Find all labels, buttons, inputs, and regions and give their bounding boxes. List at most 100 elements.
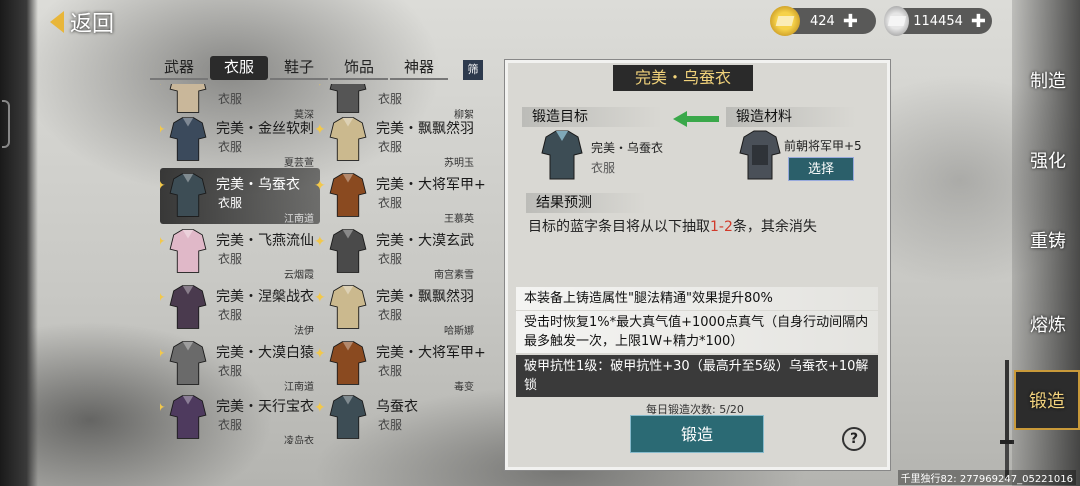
silver-counter: 114454 ✚ (884, 6, 992, 36)
equipment-item[interactable]: ✦完美・大漠白猿衣服江南道 (160, 336, 320, 393)
sparkle-icon: ✦ (160, 346, 166, 362)
forge-target-slot[interactable]: 完美・乌蚕衣 衣服 (536, 125, 676, 185)
item-owner: 云烟霞 (284, 270, 314, 281)
equipment-grid: ✦衣服莫深✦衣服柳絮✦完美・金丝软刺衣服夏芸萱✦完美・飘飘然羽衣服苏明玉✦完美・… (160, 84, 500, 444)
equipment-item[interactable]: ✦ 完美・大漠玄武 衣服 南宫素雪 (314, 224, 480, 281)
category-tabs: 武器 衣服 鞋子 饰品 神器 (150, 56, 448, 80)
result-description: 目标的蓝字条目将从以下抽取1-2条，其余消失 (528, 216, 817, 236)
item-owner: 法伊 (294, 326, 314, 337)
item-type: 衣服 (378, 252, 403, 266)
item-name: 完美・金丝软刺 (216, 121, 314, 137)
item-name: 完美・大将军甲+ (376, 345, 486, 361)
silver-ingot-icon (884, 6, 910, 36)
forge-material-label: 锻造材料 (726, 107, 856, 127)
item-name: 完美・飞燕流仙 (216, 233, 314, 249)
forge-button[interactable]: 锻造 (630, 415, 764, 453)
tab-weapon[interactable]: 武器 (150, 56, 208, 80)
item-type: 衣服 (378, 196, 403, 210)
armor-icon (329, 285, 367, 329)
tab-accessory[interactable]: 饰品 (330, 56, 388, 80)
armor-icon (329, 395, 367, 439)
arrow-left-icon (673, 111, 719, 127)
sparkle-icon: ✦ (160, 178, 166, 194)
forge-material-slot[interactable]: 前朝将军甲+5 选择 (736, 125, 886, 185)
armor-icon (169, 395, 207, 439)
armor-icon (329, 117, 367, 161)
item-type: 衣服 (218, 196, 243, 210)
equipment-item[interactable]: ✦ 乌蚕衣 衣服 (314, 390, 480, 444)
result-text-pre: 目标的蓝字条目将从以下抽取 (528, 219, 710, 235)
equipment-item[interactable]: ✦ 完美・天行宝衣衣服凌岛衣 (160, 390, 320, 444)
sparkle-icon: ✦ (314, 290, 326, 306)
back-button[interactable]: 返回 (44, 4, 140, 40)
armor-icon (329, 229, 367, 273)
armor-icon (169, 173, 207, 217)
material-name: 前朝将军甲+5 (784, 139, 862, 153)
equipment-item[interactable]: ✦ 完美・乌蚕衣衣服江南道 (160, 168, 320, 225)
item-type: 衣服 (218, 140, 243, 154)
forge-target-label: 锻造目标 (522, 107, 662, 127)
side-item-craft[interactable]: 制造 (1018, 52, 1078, 112)
item-type: 衣服 (378, 364, 403, 378)
select-button[interactable]: 选择 (788, 157, 854, 181)
armor-icon (329, 173, 367, 217)
notch (2, 100, 10, 148)
item-type: 衣服 (378, 308, 403, 322)
item-name: 乌蚕衣 (376, 399, 418, 415)
item-name: 完美・飘飘然羽 (376, 121, 474, 137)
sparkle-icon: ✦ (160, 290, 166, 306)
tab-shoes[interactable]: 鞋子 (270, 56, 328, 80)
armor-icon (541, 130, 583, 180)
equipment-item[interactable]: ✦ 完美・金丝软刺衣服夏芸萱 (160, 112, 320, 169)
equipment-item[interactable]: ✦ 完美・大将军甲+ 衣服 毒变 (314, 336, 486, 393)
sparkle-icon: ✦ (160, 122, 166, 138)
sparkle-icon: ✦ (160, 234, 166, 250)
item-type: 衣服 (378, 418, 403, 432)
side-item-forge[interactable]: 锻造 (1014, 370, 1080, 430)
item-name: 完美・天行宝衣 (216, 399, 314, 415)
item-type: 衣服 (218, 92, 243, 106)
sparkle-icon: ✦ (314, 178, 326, 194)
item-type: 衣服 (378, 92, 403, 106)
item-owner: 凌岛衣 (284, 436, 314, 444)
add-gold-button[interactable]: ✚ (843, 11, 858, 32)
item-owner: 王慕英 (444, 214, 474, 225)
equipment-item[interactable]: ✦ 完美・飘飘然羽 衣服 苏明玉 (314, 112, 480, 169)
equipment-item[interactable]: ✦ 完美・飞燕流仙衣服云烟霞 (160, 224, 320, 281)
item-type: 衣服 (218, 418, 243, 432)
side-item-enhance[interactable]: 强化 (1018, 132, 1078, 192)
sparkle-icon: ✦ (160, 84, 166, 90)
forge-panel: 完美・乌蚕衣 锻造目标 锻造材料 完美・乌蚕衣 衣服 前朝将军甲+5 选择 结果… (504, 59, 891, 471)
player-id: 千里独行82: 277969247_05221016 (897, 470, 1076, 485)
left-edge-frame (0, 0, 38, 486)
item-name: 完美・涅槃战衣 (216, 289, 314, 305)
add-silver-button[interactable]: ✚ (971, 11, 986, 32)
item-owner: 哈斯娜 (444, 326, 474, 337)
armor-icon (169, 285, 207, 329)
help-button[interactable]: ? (842, 427, 866, 451)
side-item-recast[interactable]: 重铸 (1018, 212, 1078, 272)
gold-counter: 424 ✚ (770, 6, 876, 36)
item-owner: 南宫素雪 (434, 270, 474, 281)
armor-icon (169, 229, 207, 273)
sparkle-icon: ✦ (314, 122, 326, 138)
item-type: 衣服 (218, 252, 243, 266)
sparkle-icon: ✦ (314, 346, 326, 362)
equipment-item[interactable]: ✦ 完美・飘飘然羽 衣服哈斯娜 (314, 280, 480, 337)
side-item-smelt[interactable]: 熔炼 (1018, 296, 1078, 356)
equipment-item[interactable]: ✦ 完美・大将军甲+ 衣服 王慕英 (314, 168, 486, 225)
side-menu: 制造 强化 重铸 熔炼 锻造 (1012, 40, 1080, 486)
item-name: 完美・大漠白猿 (216, 345, 314, 361)
armor-icon (169, 117, 207, 161)
item-type: 衣服 (218, 364, 243, 378)
item-type: 衣服 (378, 140, 403, 154)
tab-clothes[interactable]: 衣服 (210, 56, 268, 80)
sparkle-icon: ✦ (314, 84, 326, 90)
target-name: 完美・乌蚕衣 (591, 141, 664, 155)
tab-artifact[interactable]: 神器 (390, 56, 448, 80)
equipment-item[interactable]: ✦ 完美・涅槃战衣衣服法伊 (160, 280, 320, 337)
filter-button[interactable]: 筛 (463, 60, 483, 80)
item-name: 完美・飘飘然羽 (376, 289, 474, 305)
result-label: 结果预测 (526, 193, 646, 213)
armor-icon (739, 130, 781, 180)
